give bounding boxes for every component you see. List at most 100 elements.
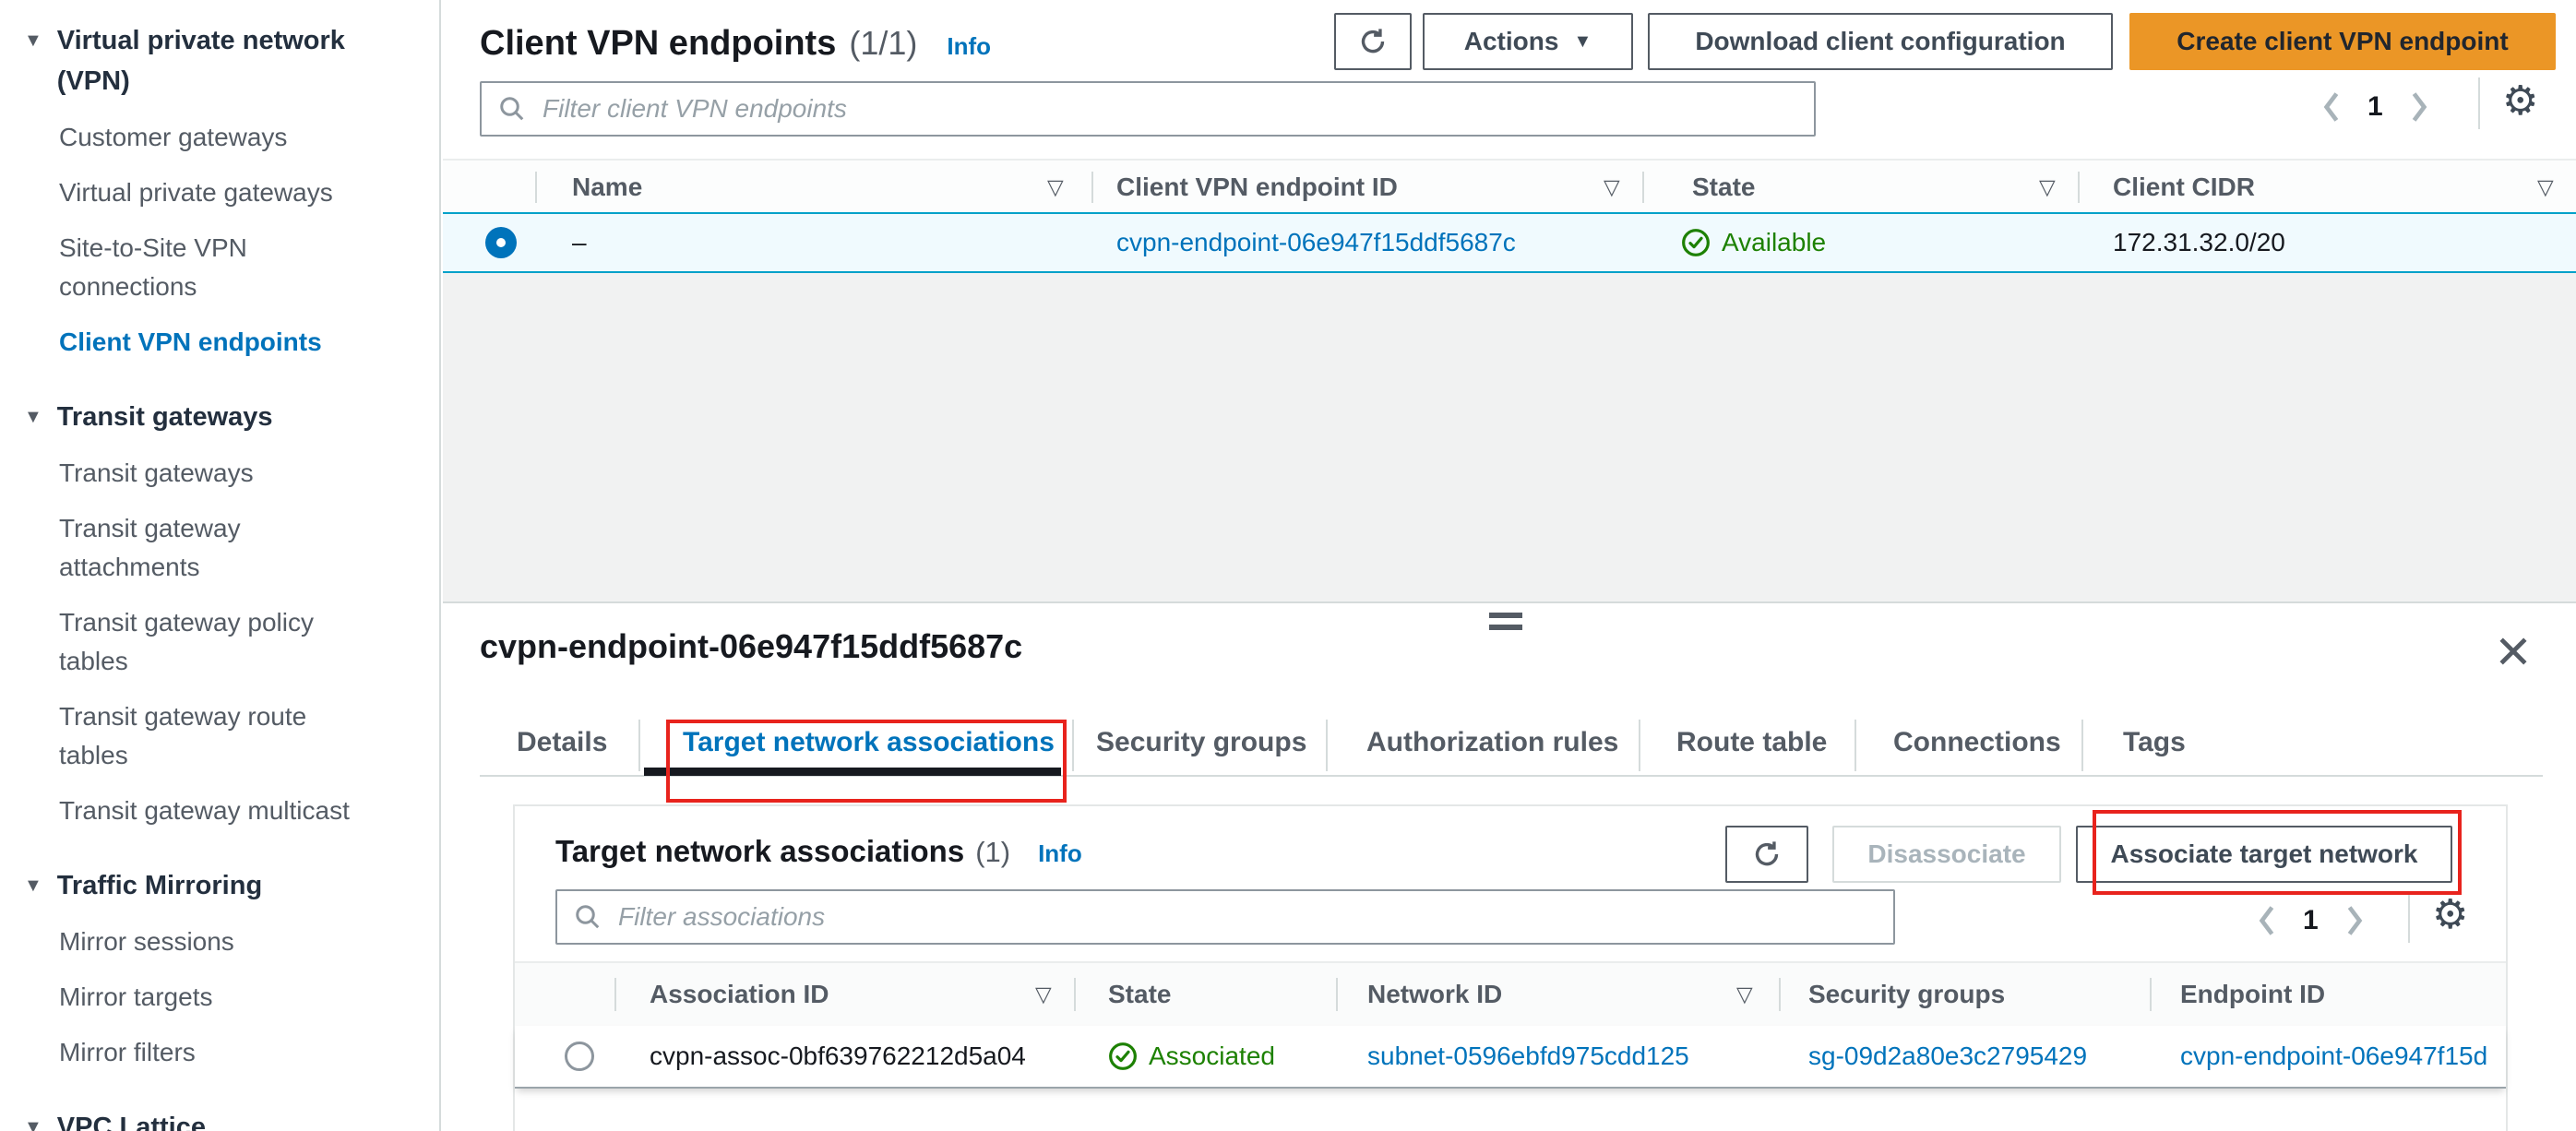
collapse-triangle-icon: ▼ bbox=[24, 30, 42, 51]
associations-pagination: 1 bbox=[2257, 897, 2365, 945]
endpoint-filter-input[interactable] bbox=[541, 93, 1797, 125]
associate-target-network-button[interactable]: Associate target network bbox=[2076, 826, 2452, 883]
column-association-id[interactable]: Association ID bbox=[650, 980, 829, 1009]
refresh-icon bbox=[1361, 29, 1385, 54]
current-page[interactable]: 1 bbox=[2367, 91, 2383, 123]
sidebar-item-mirror-filters[interactable]: Mirror filters bbox=[59, 1033, 382, 1072]
cell-name: – bbox=[572, 228, 587, 256]
tab-details[interactable]: Details bbox=[517, 727, 607, 758]
column-network-id[interactable]: Network ID bbox=[1367, 980, 1502, 1009]
refresh-associations-button[interactable] bbox=[1725, 826, 1808, 883]
associations-title: Target network associations bbox=[555, 834, 965, 868]
cell-network-id-link[interactable]: subnet-0596ebfd975cdd125 bbox=[1367, 1042, 1689, 1071]
column-client-cidr[interactable]: Client CIDR bbox=[2113, 173, 2255, 202]
column-divider bbox=[1779, 978, 1781, 1011]
info-link[interactable]: Info bbox=[1038, 839, 1082, 868]
previous-page-icon[interactable] bbox=[2257, 904, 2277, 937]
column-endpoint-id[interactable]: Client VPN endpoint ID bbox=[1116, 173, 1398, 202]
column-security-groups[interactable]: Security groups bbox=[1808, 980, 2005, 1009]
list-header: Client VPN endpoints (1/1) Info bbox=[480, 24, 991, 64]
sidebar-item-client-vpn-endpoints[interactable]: Client VPN endpoints bbox=[59, 323, 382, 362]
refresh-button[interactable] bbox=[1334, 13, 1412, 70]
associations-filter bbox=[555, 889, 1895, 945]
endpoints-table-header: Name ▽ Client VPN endpoint ID ▽ State ▽ … bbox=[443, 159, 2576, 216]
actions-button[interactable]: Actions ▼ bbox=[1423, 13, 1633, 70]
sidebar-section-transit-gateways[interactable]: ▼ Transit gateways bbox=[24, 397, 430, 437]
sidebar-item-mirror-targets[interactable]: Mirror targets bbox=[59, 978, 382, 1017]
association-row[interactable]: cvpn-assoc-0bf639762212d5a04 Associated … bbox=[515, 1026, 2506, 1089]
sidebar-item-transit-gateway-route-tables[interactable]: Transit gateway route tables bbox=[59, 697, 382, 775]
tab-divider bbox=[2081, 720, 2083, 771]
sidebar-item-mirror-sessions[interactable]: Mirror sessions bbox=[59, 923, 382, 961]
actions-label: Actions bbox=[1463, 27, 1559, 55]
associations-table-header: Association ID ▽ State Network ID ▽ Secu… bbox=[515, 961, 2506, 1028]
column-state[interactable]: State bbox=[1108, 980, 1171, 1009]
check-circle-icon bbox=[1109, 1042, 1137, 1070]
toolbar-divider bbox=[2408, 891, 2410, 943]
sidebar-item-transit-gateways[interactable]: Transit gateways bbox=[59, 454, 382, 493]
tab-route-table[interactable]: Route table bbox=[1676, 727, 1827, 758]
list-pagination: 1 bbox=[2321, 83, 2429, 131]
cell-security-group-link[interactable]: sg-09d2a80e3c2795429 bbox=[1808, 1042, 2087, 1071]
sort-icon[interactable]: ▽ bbox=[1736, 982, 1753, 1007]
sidebar-item-transit-gateway-attachments[interactable]: Transit gateway attachments bbox=[59, 509, 382, 587]
tab-tags[interactable]: Tags bbox=[2123, 727, 2186, 758]
active-tab-underline bbox=[644, 768, 1061, 776]
column-divider bbox=[1074, 978, 1076, 1011]
settings-gear-icon[interactable]: ⚙ bbox=[2432, 895, 2468, 935]
sidebar-item-site-to-site-vpn[interactable]: Site-to-Site VPN connections bbox=[59, 229, 382, 306]
column-name[interactable]: Name bbox=[572, 173, 642, 202]
previous-page-icon[interactable] bbox=[2321, 90, 2342, 124]
tab-divider bbox=[1326, 720, 1328, 771]
search-icon bbox=[576, 905, 600, 929]
toolbar-divider bbox=[2478, 77, 2480, 129]
tab-security-groups[interactable]: Security groups bbox=[1096, 727, 1306, 758]
associations-card: Target network associations (1) Info Dis… bbox=[513, 804, 2508, 1131]
column-divider bbox=[2150, 978, 2152, 1011]
sidebar-item-virtual-private-gateways[interactable]: Virtual private gateways bbox=[59, 173, 382, 212]
sidebar-section-vpn[interactable]: ▼ Virtual private network (VPN) bbox=[24, 20, 430, 101]
associations-filter-input[interactable] bbox=[616, 901, 1877, 933]
split-panel-drag-handle-icon[interactable] bbox=[1489, 613, 1522, 637]
cell-endpoint-id-link[interactable]: cvpn-endpoint-06e947f15ddf5687c bbox=[1116, 228, 1516, 257]
disassociate-button[interactable]: Disassociate bbox=[1832, 826, 2061, 883]
create-label: Create client VPN endpoint bbox=[2176, 27, 2509, 55]
row-radio[interactable] bbox=[565, 1042, 594, 1071]
create-client-vpn-endpoint-button[interactable]: Create client VPN endpoint bbox=[2129, 13, 2556, 70]
sort-icon[interactable]: ▽ bbox=[1035, 982, 1052, 1007]
sidebar-section-traffic-mirroring[interactable]: ▼ Traffic Mirroring bbox=[24, 865, 430, 906]
sidebar-section-vpc-lattice[interactable]: ▼ VPC Lattice bbox=[24, 1107, 430, 1131]
sort-icon[interactable]: ▽ bbox=[2039, 175, 2056, 200]
next-page-icon[interactable] bbox=[2409, 90, 2429, 124]
column-endpoint-id[interactable]: Endpoint ID bbox=[2180, 980, 2325, 1009]
sidebar-item-transit-gateway-policy-tables[interactable]: Transit gateway policy tables bbox=[59, 603, 382, 681]
collapse-triangle-icon: ▼ bbox=[24, 875, 42, 896]
next-page-icon[interactable] bbox=[2344, 904, 2365, 937]
sort-icon[interactable]: ▽ bbox=[1604, 175, 1620, 200]
current-page[interactable]: 1 bbox=[2303, 905, 2319, 936]
page-title: Client VPN endpoints bbox=[480, 24, 837, 63]
tab-authorization-rules[interactable]: Authorization rules bbox=[1366, 727, 1618, 758]
empty-table-area bbox=[443, 273, 2576, 601]
chevron-down-icon: ▼ bbox=[1573, 30, 1592, 52]
info-link[interactable]: Info bbox=[947, 32, 991, 61]
tab-divider bbox=[1639, 720, 1640, 771]
cell-endpoint-id-link[interactable]: cvpn-endpoint-06e947f15d bbox=[2180, 1042, 2503, 1071]
row-radio-selected[interactable] bbox=[485, 227, 517, 258]
settings-gear-icon[interactable]: ⚙ bbox=[2502, 81, 2538, 122]
associations-count: (1) bbox=[975, 836, 1011, 868]
sort-icon[interactable]: ▽ bbox=[1047, 175, 1064, 200]
sort-icon[interactable]: ▽ bbox=[2537, 175, 2554, 200]
close-icon[interactable] bbox=[2493, 631, 2535, 673]
download-client-configuration-button[interactable]: Download client configuration bbox=[1648, 13, 2113, 70]
collapse-triangle-icon: ▼ bbox=[24, 1117, 42, 1131]
column-state[interactable]: State bbox=[1692, 173, 1755, 202]
column-divider bbox=[1642, 172, 1644, 203]
tab-target-network-associations[interactable]: Target network associations bbox=[683, 727, 1055, 758]
sidebar-item-transit-gateway-multicast[interactable]: Transit gateway multicast bbox=[59, 792, 382, 830]
tab-connections[interactable]: Connections bbox=[1893, 727, 2061, 758]
associations-header: Target network associations (1) Info bbox=[555, 834, 1082, 869]
column-divider bbox=[2078, 172, 2080, 203]
sidebar-item-customer-gateways[interactable]: Customer gateways bbox=[59, 118, 382, 157]
endpoint-row[interactable]: – cvpn-endpoint-06e947f15ddf5687c Availa… bbox=[443, 212, 2576, 273]
